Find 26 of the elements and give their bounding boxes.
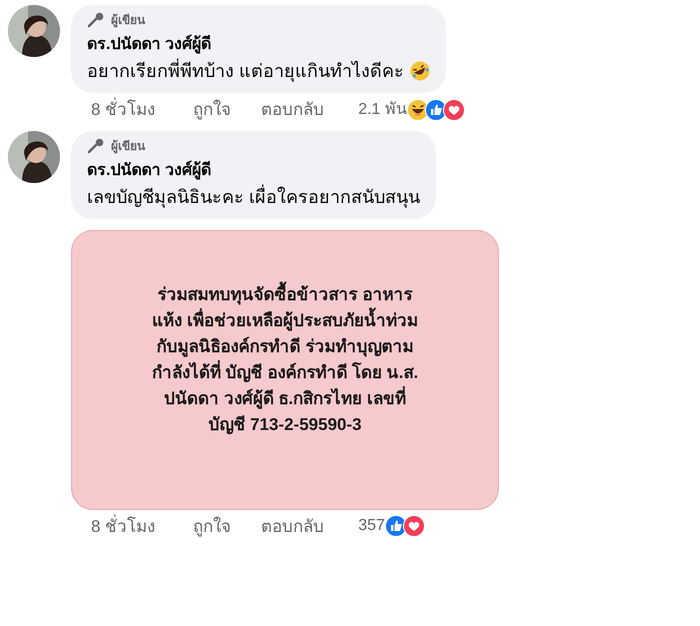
avatar[interactable] [8,130,60,182]
timestamp[interactable]: 8 ชั่วโมง [91,514,156,539]
comment-text: เลขบัญชีมุลนิธินะคะ เผื่อใครอยากสนับสนุน [87,184,420,210]
attached-image[interactable]: ร่วมสมทบทุนจัดซื้อข้าวสาร อาหาร แห้ง เพื่อช่วยเหลือผู้ประสบภัยน้ำท่วม กับมูลนิธิองค์กรทำดี ร่วมทำบุญตาม กำลังได้ที่ บัญชี องค์กรทำดี โดย น.ส. ปนัดดา วงศ์ผู้ดี ธ.กสิกรไทย เลขที่ บัญชี 713-2-59590-3 [71,230,499,510]
image-text-line: กำลังได้ที่ บัญชี องค์กรทำดี โดย น.ส. [152,360,418,386]
image-text-line: แห้ง เพื่อช่วยเหลือผู้ประสบภัยน้ำท่วม [152,308,418,334]
author-name[interactable]: ดร.ปนัดดา วงศ์ผู้ดี [87,158,420,182]
like-link[interactable]: ถูกใจ [193,514,232,539]
author-label: ผู้เขียน [111,138,145,154]
author-name[interactable]: ดร.ปนัดดา วงศ์ผู้ดี [87,33,430,57]
laughing-emoji-icon [410,61,430,81]
microphone-icon [87,138,105,154]
microphone-icon [87,12,105,28]
image-text-line: บัญชี 713-2-59590-3 [208,414,362,436]
avatar[interactable] [8,5,60,57]
reply-link[interactable]: ตอบกลับ [261,97,324,122]
author-label: ผู้เขียน [111,12,145,29]
comment-text: อยากเรียกพี่พีทบ้าง แต่อายุแกินทำไงดีคะ [87,57,404,85]
reaction-count[interactable]: 2.1 พัน [358,98,407,122]
image-text-line: กับมูลนิธิองค์กรทำดี ร่วมทำบุญตาม [156,336,414,359]
timestamp[interactable]: 8 ชั่วโมง [91,97,156,122]
image-text-line: ปนัดดา วงศ์ผู้ดี ธ.กสิกรไทย เลขที่ [164,386,406,412]
like-link[interactable]: ถูกใจ [193,97,232,122]
reaction-count[interactable]: 357 [358,514,385,538]
reply-link[interactable]: ตอบกลับ [261,514,324,539]
image-text-line: ร่วมสมทบทุนจัดซื้อข้าวสาร อาหาร [158,282,412,308]
